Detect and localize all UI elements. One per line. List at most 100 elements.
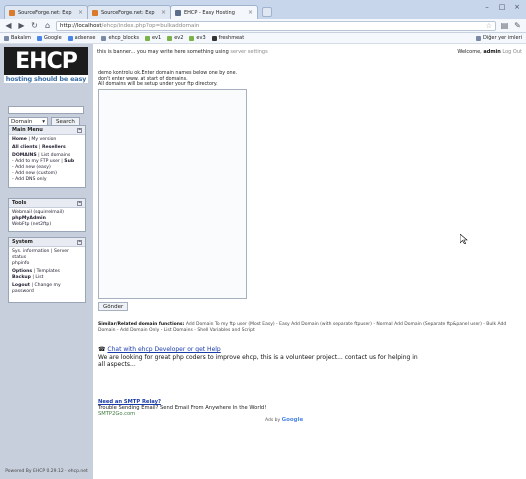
window-close-icon[interactable]: × [510,2,524,11]
username: admin [483,49,501,55]
close-icon[interactable]: × [248,9,253,16]
bookmark-star-icon[interactable]: ☆ [486,22,492,30]
system-info[interactable]: Sys. information [12,249,49,254]
bookmark-item[interactable]: Bakalım [4,35,31,41]
panel-title: Tools [12,200,27,206]
close-icon[interactable]: × [161,9,166,16]
ehcp-favicon-icon [175,9,181,16]
reload-icon[interactable]: ↻ [30,21,39,30]
menu-resellers[interactable]: Resellers [42,145,66,150]
search-input[interactable] [8,106,84,114]
minimize-icon[interactable]: – [480,2,494,11]
ad-block[interactable]: Need an SMTP Relay? Trouble Sending Emai… [98,399,358,417]
tools-panel: Tools ^ Webmail (squirrelmail) phpMyAdmi… [8,198,86,232]
bookmark-item[interactable]: freshmeat [211,35,245,41]
ads-by-google[interactable]: Ads by Google [265,417,303,423]
google-icon [37,35,43,41]
server-settings-link[interactable]: server settings [230,49,267,55]
wrench-icon[interactable]: ✎ [513,21,522,30]
panel-title: Main Menu [12,127,43,133]
adsense-icon [67,35,73,41]
bookmark-item[interactable]: ev2 [167,35,183,41]
bookmark-label: freshmeat [218,35,245,41]
page-icon [144,35,150,41]
system-backup[interactable]: Backup [12,275,31,280]
browser-tab-3[interactable]: EHCP - Easy Hosting × [170,5,258,19]
logout-link[interactable]: Log Out [502,49,522,55]
system-phpinfo[interactable]: phpinfo [12,261,82,267]
bookmark-item[interactable]: ev1 [144,35,162,41]
menu-domains[interactable]: DOMAINS [12,153,37,158]
main-menu-panel: Main Menu ^ Home | My version All client… [8,125,86,188]
freshmeat-icon [211,35,217,41]
welcome-text: Welcome, [457,49,482,55]
folder-icon [476,35,482,41]
bookmark-item[interactable]: ehcp_blocks [101,35,139,41]
address-bar[interactable]: http://localhost/ehcp/index.php?op=bulka… [56,20,496,31]
chat-link[interactable]: Chat with ehcp Developer or get Help [107,346,220,353]
collapse-icon[interactable]: ^ [77,200,82,206]
menu-all-clients[interactable]: All clients [12,145,38,150]
menu-home[interactable]: Home [12,137,27,142]
bookmark-label: ev3 [196,35,206,41]
page-menu-icon[interactable]: ▤ [500,21,509,30]
bookmark-label: Google [44,35,62,41]
system-panel: System ^ Sys. information | Server statu… [8,237,86,303]
url-path: /ehcp/index.php?op=bulkaddomain [101,22,200,29]
bookmark-label: adsense [74,35,96,41]
menu-my-version[interactable]: My version [31,137,56,142]
bookmark-item[interactable]: Google [37,35,62,41]
bookmark-label: ehcp_blocks [108,35,139,41]
sourceforge-favicon-icon [9,9,15,16]
menu-add-dns[interactable]: - Add DNS only [12,177,82,183]
top-banner: this is banner... you may write here som… [97,49,522,55]
ehcp-logo[interactable]: EHCP hosting should be easy [4,47,88,83]
browser-tabstrip: SourceForge.net: Exp × SourceForge.net: … [0,0,526,19]
new-tab-button[interactable] [262,7,272,17]
main-content: this is banner... you may write here som… [93,44,526,479]
maximize-icon[interactable]: □ [495,2,509,11]
page-content: EHCP hosting should be easy Domain ▾ Sea… [0,44,526,479]
bookmarks-bar: Bakalım Google adsense ehcp_blocks ev1 e… [0,33,526,44]
system-options[interactable]: Options [12,269,32,274]
banner-text: this is banner... you may write here som… [97,49,229,55]
search-area: Domain ▾ Search [8,106,86,127]
domain-names-textarea[interactable] [98,89,247,299]
chat-icon: ☎ [98,346,106,353]
tab-title: SourceForge.net: Exp [18,9,72,16]
similar-functions: Similar/Related domain functions: Add Do… [98,322,518,333]
sidebar: EHCP hosting should be easy Domain ▾ Sea… [0,44,93,479]
bookmark-item[interactable]: adsense [67,35,96,41]
other-bookmarks[interactable]: Diğer yer imleri [476,35,522,41]
page-icon [167,35,173,41]
system-logout[interactable]: Logout [12,283,30,288]
browser-tab-1[interactable]: SourceForge.net: Exp × [4,5,88,19]
panel-title: System [12,239,33,245]
bookmark-label: ev1 [151,35,162,41]
close-icon[interactable]: × [78,9,83,16]
collapse-icon[interactable]: ^ [77,239,82,245]
url-host: http://localhost [60,22,102,29]
menu-sub[interactable]: Sub [64,159,74,164]
menu-add-ftp[interactable]: - Add to my FTP user [12,159,60,164]
ads-by-label: Ads by [265,418,281,423]
bookmark-item[interactable]: ev3 [189,35,206,41]
browser-tab-2[interactable]: SourceForge.net: Exp × [87,5,171,19]
panel-header: System ^ [9,238,85,247]
system-templates[interactable]: Templates [37,269,60,274]
menu-list-domains[interactable]: List domains [41,153,70,158]
bookmark-label: Bakalım [11,35,32,41]
forward-icon[interactable]: ▶ [17,21,26,30]
ad-url[interactable]: SMTP2Go.com [98,411,358,417]
collapse-icon[interactable]: ^ [77,127,82,133]
instructions: demo kontrolu ok.Enter domain names belo… [98,71,298,88]
tools-webftp[interactable]: WebFtp (net2ftp) [12,222,82,228]
chat-text: We are looking for great php coders to i… [98,353,418,369]
home-icon[interactable]: ⌂ [43,21,52,30]
instruction-line: All domains will be setup under your ftp… [98,82,218,87]
system-list[interactable]: List [35,275,43,280]
back-icon[interactable]: ◀ [4,21,13,30]
google-logo: Google [281,417,304,423]
similar-label: Similar/Related domain functions: [98,322,185,327]
submit-button[interactable]: Gönder [98,302,129,311]
